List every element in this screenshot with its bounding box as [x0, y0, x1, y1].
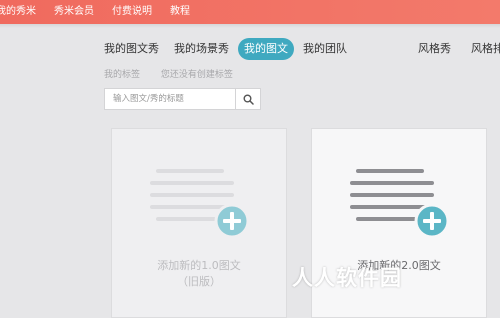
nav-membership[interactable]: 秀米会员	[45, 0, 103, 24]
content-tabs: 我的图文秀 我的场景秀 我的图文 我的团队	[98, 38, 356, 60]
style-links: 风格秀 风格排	[412, 38, 500, 60]
nav-my-xiumi[interactable]: 我的秀米	[0, 0, 45, 24]
card-sublabel: （旧版）	[177, 275, 221, 288]
search-input[interactable]	[105, 89, 236, 109]
tags-row: 我的标签 您还没有创建标签	[104, 67, 251, 80]
link-style-show[interactable]: 风格秀	[412, 38, 457, 60]
document-add-icon	[150, 169, 250, 239]
nav-tutorial[interactable]: 教程	[161, 0, 199, 24]
tab-my-graphics[interactable]: 我的图文	[238, 38, 294, 60]
card-label: 添加新的1.0图文	[157, 259, 241, 272]
topbar-shadow	[0, 24, 500, 28]
add-graphic-v1-card[interactable]: 添加新的1.0图文 （旧版）	[111, 128, 287, 318]
tags-label: 我的标签	[104, 70, 141, 80]
watermark: 人人软件园	[292, 266, 402, 290]
document-add-icon	[350, 169, 450, 239]
tab-my-scene-show[interactable]: 我的场景秀	[168, 38, 235, 60]
nav-pricing[interactable]: 付费说明	[103, 0, 161, 24]
search-box	[104, 88, 261, 110]
search-icon	[243, 94, 254, 105]
tab-my-team[interactable]: 我的团队	[297, 38, 353, 60]
link-style-layout[interactable]: 风格排	[465, 38, 500, 60]
search-button[interactable]	[235, 89, 260, 109]
tab-my-graphic-show[interactable]: 我的图文秀	[98, 38, 165, 60]
tags-empty-text: 您还没有创建标签	[160, 70, 233, 80]
top-nav-bar: 我的秀米 秀米会员 付费说明 教程	[0, 0, 500, 24]
